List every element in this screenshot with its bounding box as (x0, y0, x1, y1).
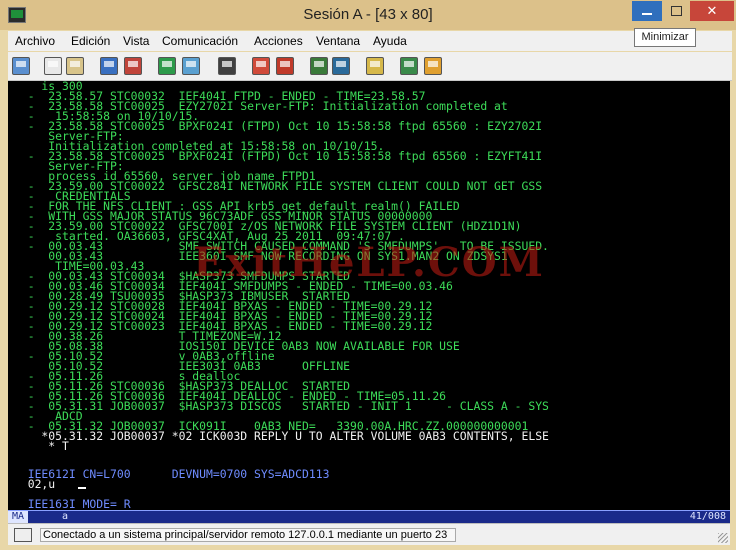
oia-indicator: MA (8, 511, 28, 523)
stop-macro-icon[interactable] (310, 57, 328, 75)
window-title: Sesión A - [43 x 80] (303, 6, 433, 23)
close-icon: ✕ (706, 3, 718, 18)
close-button[interactable]: ✕ (690, 1, 734, 21)
print-screen-icon[interactable] (12, 57, 30, 75)
terminal-line: IEE163I MODE= R (14, 497, 131, 510)
title-bar[interactable]: Sesión A - [43 x 80] ✕ (0, 0, 736, 30)
application-window: Sesión A - [43 x 80] ✕ Minimizar Archivo… (0, 0, 736, 550)
menu-acciones[interactable]: Acciones (254, 34, 303, 48)
keyboard-icon[interactable] (218, 57, 236, 75)
toolbar (8, 52, 732, 81)
terminal-line: - 05.31.31 JOB00037 $HASP373 DISCOS STAR… (14, 399, 549, 413)
play-macro-2-icon[interactable] (332, 57, 350, 75)
send-file-icon[interactable] (100, 57, 118, 75)
menu-vista[interactable]: Vista (123, 34, 149, 48)
status-message: Conectado a un sistema principal/servido… (40, 528, 456, 542)
copy-icon[interactable] (44, 57, 62, 75)
text-cursor (78, 487, 86, 489)
menu-ayuda[interactable]: Ayuda (373, 34, 407, 48)
resize-grip-icon[interactable] (718, 533, 728, 543)
clipboard-icon[interactable] (366, 57, 384, 75)
terminal-line: * T (14, 439, 69, 453)
tools-icon[interactable] (424, 57, 442, 75)
play-macro-icon[interactable] (276, 57, 294, 75)
status-bar: Conectado a un sistema principal/servido… (8, 523, 730, 545)
maximize-button[interactable] (662, 1, 690, 21)
record-macro-icon[interactable] (252, 57, 270, 75)
command-input-line[interactable]: 02,u (14, 478, 55, 489)
receive-file-icon[interactable] (124, 57, 142, 75)
menu-comunicacion[interactable]: Comunicación (162, 34, 238, 48)
paste-icon[interactable] (66, 57, 84, 75)
terminal-line: *05.31.32 JOB00037 *02 ICK003D REPLY U T… (14, 429, 549, 443)
menu-bar: Archivo Edición Vista Comunicación Accio… (8, 31, 732, 51)
display-2-icon[interactable] (182, 57, 200, 75)
oia-mode: a (62, 511, 69, 522)
menu-ventana[interactable]: Ventana (316, 34, 360, 48)
minimize-button[interactable] (632, 1, 662, 21)
watermark: ExitHeLP.COM (193, 239, 545, 286)
terminal-line: IEE612I CN=L700 DEVNUM=0700 SYS=ADCD113 (14, 467, 330, 481)
connection-icon (14, 528, 32, 542)
minimize-tooltip: Minimizar (634, 28, 696, 47)
cursor-position: 41/008 (689, 511, 726, 522)
display-icon[interactable] (158, 57, 176, 75)
color-palette-icon[interactable] (400, 57, 418, 75)
operator-info-area: MA a 41/008 (8, 510, 730, 523)
menu-edicion[interactable]: Edición (71, 34, 110, 48)
terminal-screen[interactable]: is 300 - 23.58.57 STC00032 IEF404I FTPD … (8, 81, 730, 510)
menu-archivo[interactable]: Archivo (15, 34, 55, 48)
